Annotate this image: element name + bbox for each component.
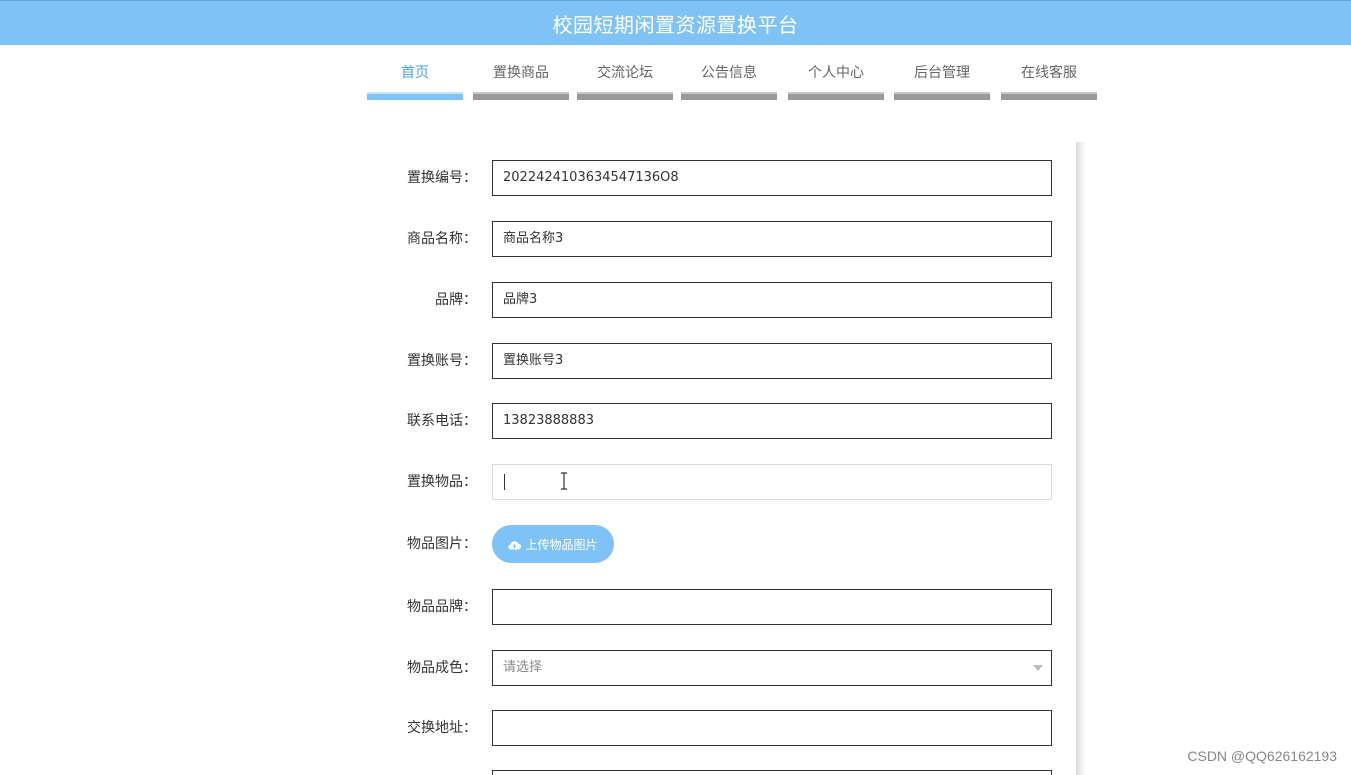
nav-underline <box>681 92 777 100</box>
select-placeholder: 请选择 <box>503 660 543 675</box>
nav-underline <box>1001 92 1097 100</box>
nav-label: 个人中心 <box>808 65 864 81</box>
exchange-account-input[interactable]: 置换账号3 <box>492 343 1052 379</box>
panel-shadow <box>1076 142 1086 775</box>
exchange-no-input[interactable]: 2022424103634547136O8 <box>492 160 1052 196</box>
item-brand-label: 物品品牌： <box>407 599 477 615</box>
exchange-address-input[interactable] <box>492 710 1052 746</box>
upload-image-button[interactable]: 上传物品图片 <box>492 525 614 563</box>
nav-customer-service[interactable]: 在线客服 <box>1001 62 1097 100</box>
row-next-field <box>367 770 1077 775</box>
nav-admin[interactable]: 后台管理 <box>894 62 990 100</box>
nav-label: 公告信息 <box>701 65 757 81</box>
nav-underline <box>473 92 569 100</box>
nav-underline <box>577 92 673 100</box>
next-field-input[interactable] <box>492 770 1052 775</box>
nav-exchange-products[interactable]: 置换商品 <box>473 62 569 100</box>
cloud-upload-icon <box>508 539 522 550</box>
row-product-name: 商品名称： 商品名称3 <box>367 221 1077 257</box>
row-exchange-no: 置换编号： 2022424103634547136O8 <box>367 160 1077 196</box>
exchange-no-label: 置换编号： <box>407 170 477 186</box>
product-name-label: 商品名称： <box>407 231 477 247</box>
item-condition-label: 物品成色： <box>407 660 477 676</box>
item-condition-select[interactable]: 请选择 <box>492 650 1052 686</box>
phone-label: 联系电话： <box>407 413 477 429</box>
item-image-label: 物品图片： <box>407 536 477 552</box>
row-item-image: 物品图片： 上传物品图片 <box>367 525 1077 563</box>
item-brand-input[interactable] <box>492 589 1052 625</box>
row-brand: 品牌： 品牌3 <box>367 282 1077 318</box>
row-exchange-item: 置换物品： <box>367 464 1077 500</box>
row-exchange-address: 交换地址： <box>367 710 1077 746</box>
exchange-item-input[interactable] <box>492 464 1052 500</box>
exchange-account-label: 置换账号： <box>407 353 477 369</box>
nav-home[interactable]: 首页 <box>367 62 463 100</box>
brand-label: 品牌： <box>435 292 477 308</box>
nav-label: 后台管理 <box>914 65 970 81</box>
watermark: CSDN @QQ626162193 <box>1187 748 1337 764</box>
app-header: 校园短期闲置资源置换平台 <box>0 0 1351 45</box>
nav-label: 交流论坛 <box>597 65 653 81</box>
nav-label: 在线客服 <box>1021 65 1077 81</box>
row-item-brand: 物品品牌： <box>367 589 1077 625</box>
nav-label: 置换商品 <box>493 65 549 81</box>
nav-forum[interactable]: 交流论坛 <box>577 62 673 100</box>
exchange-address-label: 交换地址： <box>407 720 477 736</box>
row-item-condition: 物品成色： 请选择 <box>367 650 1077 686</box>
nav-underline <box>367 92 463 100</box>
phone-input[interactable]: 13823888883 <box>492 403 1052 439</box>
row-exchange-account: 置换账号： 置换账号3 <box>367 343 1077 379</box>
product-name-input[interactable]: 商品名称3 <box>492 221 1052 257</box>
upload-button-label: 上传物品图片 <box>525 537 598 552</box>
nav-underline <box>788 92 884 100</box>
chevron-down-icon <box>1033 665 1043 671</box>
nav-label: 首页 <box>401 65 429 81</box>
ibeam-cursor-icon <box>560 472 568 490</box>
main-nav: 首页 置换商品 交流论坛 公告信息 个人中心 后台管理 在线客服 <box>0 62 1351 102</box>
exchange-form: 置换编号： 2022424103634547136O8 商品名称： 商品名称3 … <box>367 142 1077 775</box>
brand-input[interactable]: 品牌3 <box>492 282 1052 318</box>
site-title: 校园短期闲置资源置换平台 <box>552 12 799 37</box>
exchange-item-label: 置换物品： <box>407 474 477 490</box>
row-phone: 联系电话： 13823888883 <box>367 403 1077 439</box>
nav-profile[interactable]: 个人中心 <box>788 62 884 100</box>
text-caret <box>504 474 505 490</box>
nav-announcements[interactable]: 公告信息 <box>681 62 777 100</box>
nav-underline <box>894 92 990 100</box>
